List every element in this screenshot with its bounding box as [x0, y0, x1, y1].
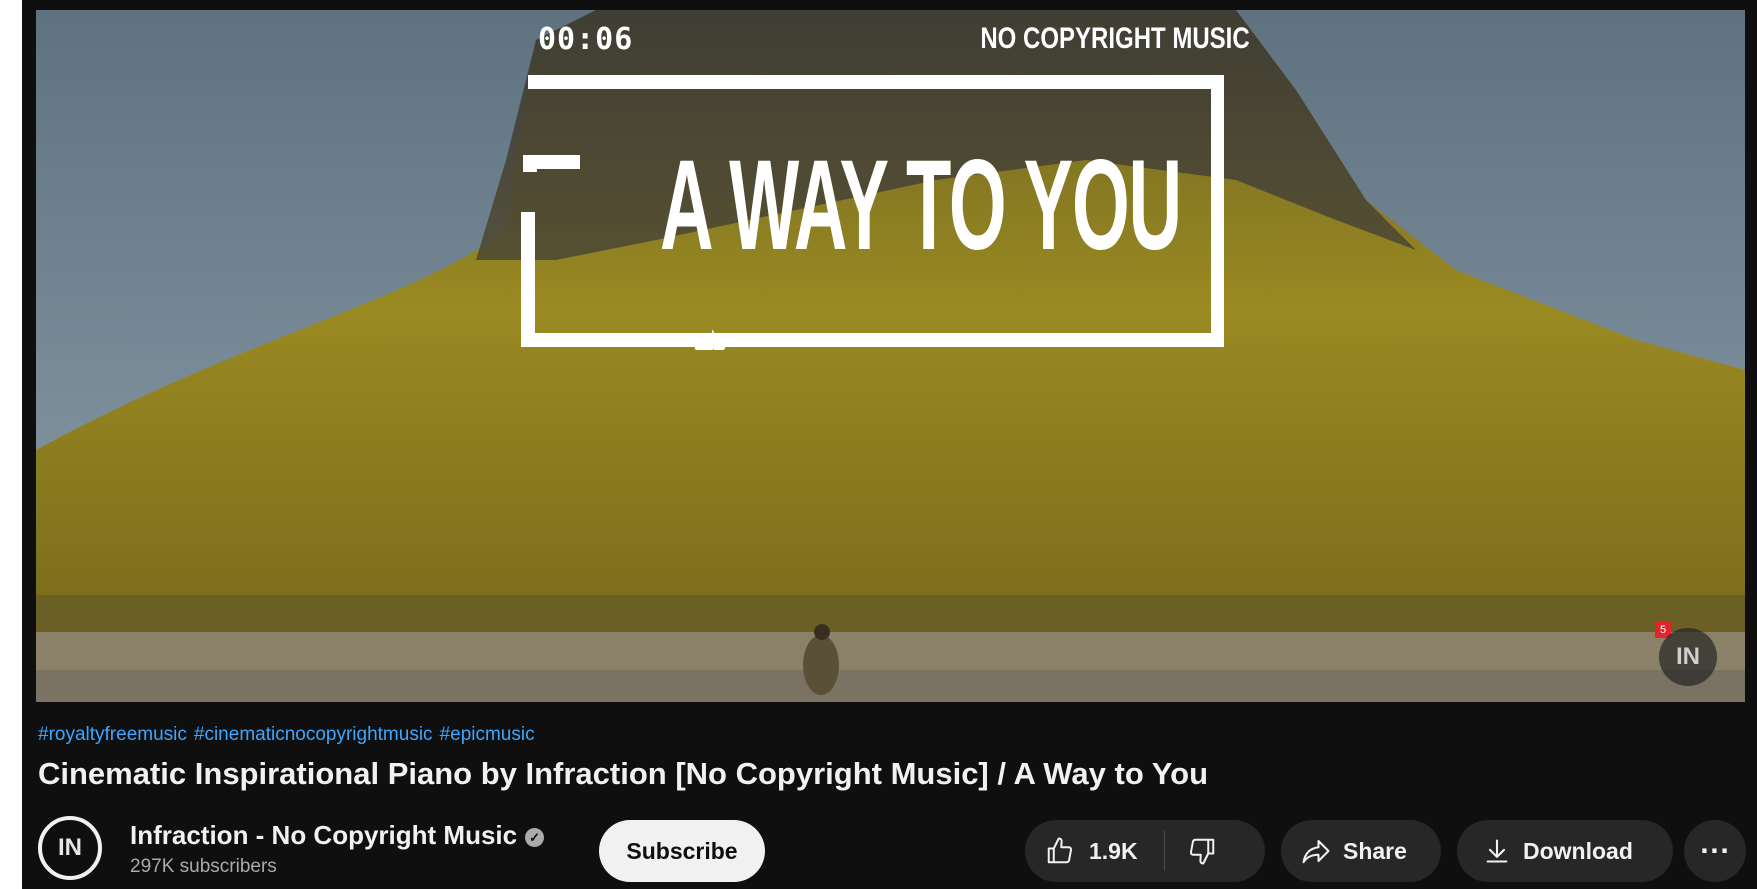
video-player[interactable]: 00:06 NO COPYRIGHT MUSIC A WAY TO YOU 5 …: [36, 10, 1745, 702]
like-dislike-group: 1.9K: [1025, 820, 1265, 882]
overlay-timer: 00:06: [538, 22, 634, 57]
download-label: Download: [1523, 837, 1633, 864]
thumbs-up-icon: [1047, 837, 1073, 864]
thumbs-down-icon: [1189, 838, 1214, 865]
subscribe-button[interactable]: Subscribe: [599, 820, 765, 882]
page-edge: [0, 0, 22, 889]
hashtag-link[interactable]: #cinematicnocopyrightmusic: [194, 724, 433, 745]
channel-watermark[interactable]: IN: [1659, 628, 1717, 686]
channel-name[interactable]: Infraction - No Copyright Music: [130, 820, 517, 850]
dislike-button[interactable]: [1187, 820, 1231, 882]
overlay-title: A WAY TO YOU: [659, 134, 1182, 277]
video-title: Cinematic Inspirational Piano by Infract…: [38, 756, 1209, 791]
share-button[interactable]: Share: [1281, 820, 1441, 882]
hashtag-link[interactable]: #epicmusic: [440, 724, 535, 745]
like-count: 1.9K: [1089, 837, 1138, 864]
verified-check-icon: ✓: [525, 828, 545, 847]
overlay-title-frame: A WAY TO YOU: [510, 72, 1224, 350]
share-arrow-icon: [1302, 840, 1330, 864]
like-button[interactable]: 1.9K: [1045, 820, 1138, 882]
channel-avatar[interactable]: IN: [38, 816, 102, 880]
share-label: Share: [1343, 837, 1407, 864]
hashtag-list: #royaltyfreemusic #cinematicnocopyrightmu…: [38, 724, 542, 746]
overlay-label: NO COPYRIGHT MUSIC: [980, 22, 1250, 55]
channel-row: IN Infraction - No Copyright Music ✓ 297K…: [36, 816, 1746, 886]
like-divider: [1163, 831, 1165, 871]
more-actions-button[interactable]: ···: [1684, 820, 1746, 882]
hashtag-link[interactable]: #royaltyfreemusic: [38, 724, 187, 745]
subscriber-count: 297K subscribers: [130, 856, 277, 877]
channel-name-wrap[interactable]: Infraction - No Copyright Music ✓: [130, 820, 545, 851]
download-button[interactable]: Download: [1457, 820, 1673, 882]
download-icon: [1486, 839, 1508, 863]
